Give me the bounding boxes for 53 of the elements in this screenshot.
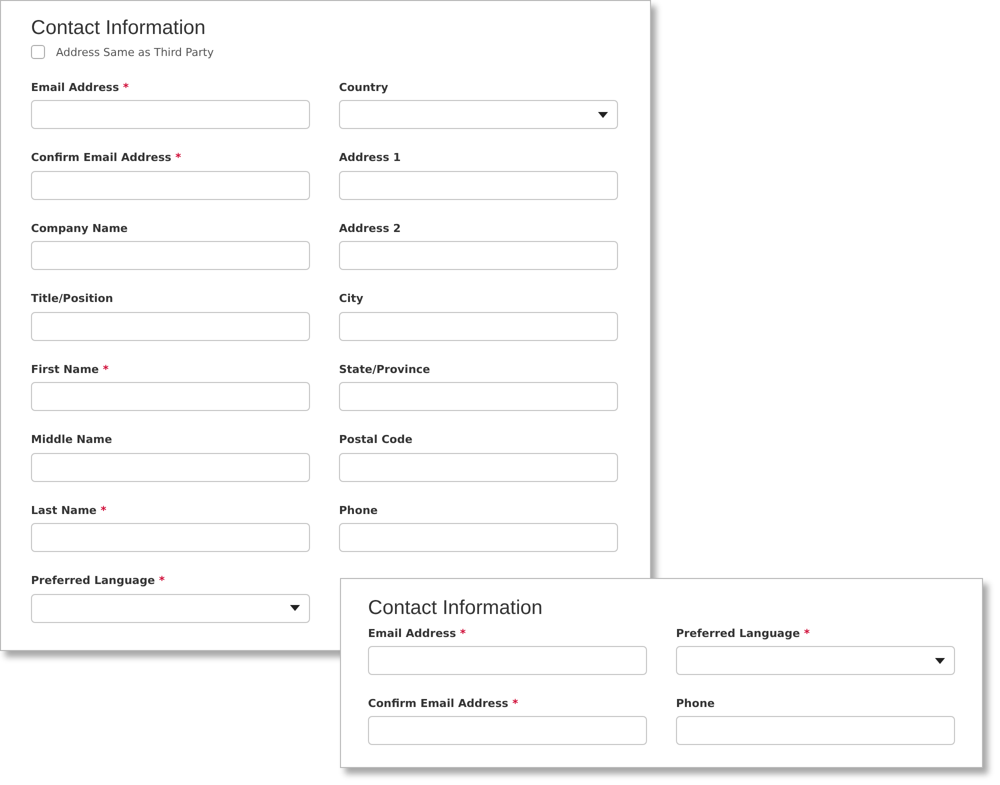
input-field[interactable] xyxy=(339,312,618,340)
input-field[interactable] xyxy=(31,100,310,129)
section-title: Contact Information xyxy=(31,16,206,41)
field-label: Phone xyxy=(676,696,715,710)
field-label: Postal Code xyxy=(339,433,412,446)
field-label: Preferred Language xyxy=(31,574,155,587)
field-label: Email Address xyxy=(368,626,456,640)
field-label: Address 1 xyxy=(339,151,401,164)
dropdown-field[interactable] xyxy=(339,100,618,129)
required-mark: * xyxy=(158,574,165,587)
field-label: Last Name xyxy=(31,504,97,516)
required-mark: * xyxy=(100,504,106,516)
input-field[interactable] xyxy=(31,241,310,270)
checkbox-label: Address Same as Third Party xyxy=(56,46,214,58)
field-label: Email Address xyxy=(31,80,120,94)
input-field[interactable] xyxy=(368,716,647,745)
input-field[interactable] xyxy=(31,170,310,200)
dropdown-field[interactable] xyxy=(31,594,310,622)
input-field[interactable] xyxy=(339,241,618,270)
dropdown-field[interactable] xyxy=(676,646,955,675)
input-field[interactable] xyxy=(339,170,618,200)
required-mark: * xyxy=(102,362,109,376)
required-mark: * xyxy=(804,626,810,640)
field-label: Country xyxy=(339,80,388,94)
caret-icon xyxy=(290,605,300,611)
caret-icon xyxy=(935,658,945,664)
field-label: First Name xyxy=(31,362,99,376)
field-label: Company Name xyxy=(31,222,128,234)
input-field[interactable] xyxy=(31,452,310,482)
field-label: Confirm Email Address xyxy=(368,696,508,710)
input-field[interactable] xyxy=(31,523,310,552)
field-label: Phone xyxy=(339,504,378,516)
input-field[interactable] xyxy=(339,523,618,552)
field-label: Preferred Language xyxy=(676,626,800,640)
field-label: Address 2 xyxy=(339,222,401,234)
required-mark: * xyxy=(512,696,518,710)
field-label: State/Province xyxy=(339,362,430,376)
checkbox[interactable] xyxy=(31,45,45,59)
field-label: City xyxy=(339,292,364,305)
input-field[interactable] xyxy=(368,646,647,675)
input-field[interactable] xyxy=(676,716,955,745)
section-title: Contact Information xyxy=(368,596,543,621)
caret-icon xyxy=(598,112,608,118)
field-label: Title/Position xyxy=(31,292,114,305)
input-field[interactable] xyxy=(31,312,310,340)
input-field[interactable] xyxy=(339,382,618,411)
field-label: Confirm Email Address xyxy=(31,151,172,164)
input-field[interactable] xyxy=(339,452,618,482)
input-field[interactable] xyxy=(31,382,310,411)
required-mark: * xyxy=(460,626,466,640)
required-mark: * xyxy=(123,80,129,94)
required-mark: * xyxy=(175,151,182,164)
field-label: Middle Name xyxy=(31,433,112,446)
